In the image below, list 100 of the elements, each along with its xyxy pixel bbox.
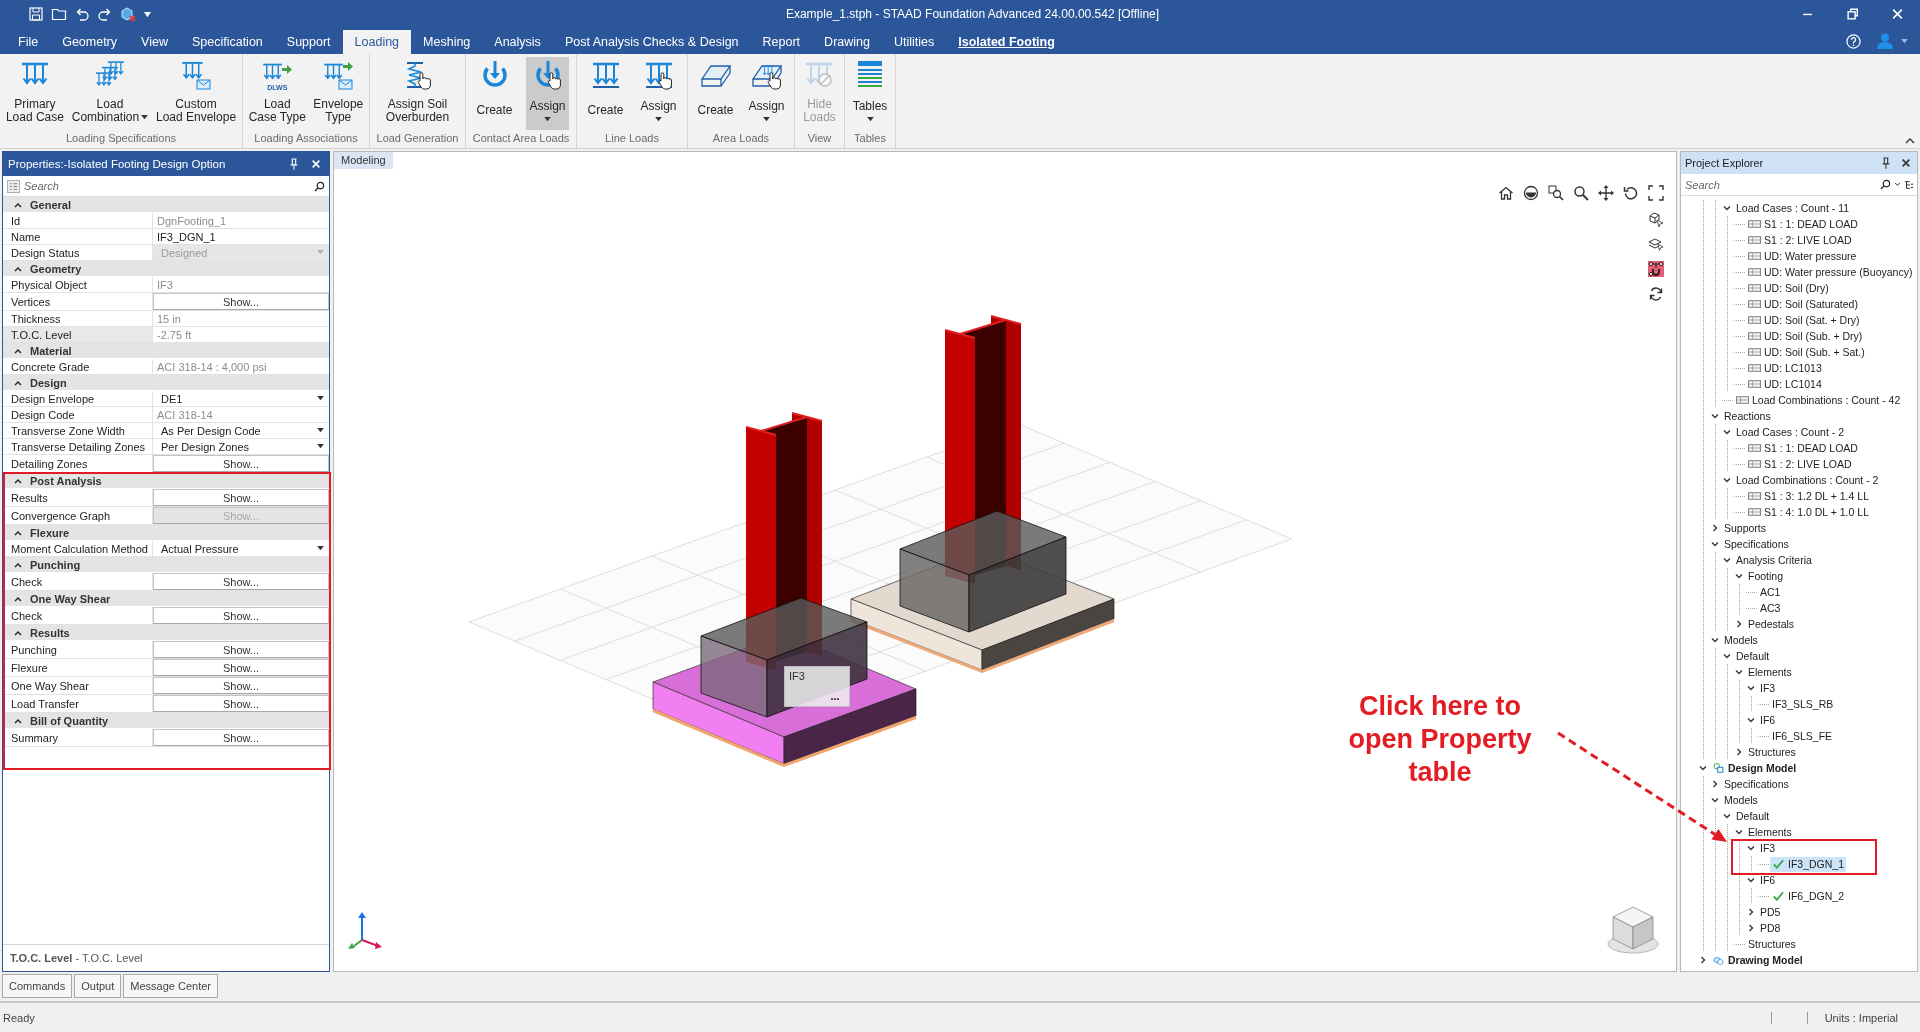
property-name[interactable]: Transverse Zone Width — [3, 423, 153, 438]
search-icon[interactable] — [1880, 179, 1891, 190]
chevron-icon[interactable] — [1710, 779, 1720, 789]
tree-item[interactable]: IF6 — [1758, 872, 1778, 888]
caret-icon[interactable] — [317, 444, 324, 449]
chevron-icon[interactable] — [1722, 203, 1732, 213]
tree-item[interactable]: UD: LC1014 — [1746, 376, 1824, 392]
chevron-icon[interactable] — [14, 561, 22, 568]
footing-tooltip[interactable]: IF3 ... — [784, 666, 850, 707]
document-tab[interactable]: Modeling — [334, 152, 393, 169]
tree-item[interactable]: IF3_DGN_1 — [1770, 856, 1847, 872]
category-header[interactable]: Flexure — [3, 525, 329, 541]
magnifier-icon[interactable] — [1573, 185, 1589, 201]
category-header[interactable]: One Way Shear — [3, 591, 329, 607]
chevron-icon[interactable] — [1698, 955, 1708, 965]
property-value[interactable]: IF3_DGN_1 — [153, 229, 216, 244]
category-header[interactable]: Design — [3, 375, 329, 391]
ribbon-button[interactable]: Tables — [849, 57, 891, 130]
tree-item[interactable]: IF3 — [1758, 840, 1778, 856]
tree-item[interactable]: S1 : 1: DEAD LOAD — [1746, 216, 1860, 232]
panel-tab[interactable]: Message Center — [123, 974, 218, 998]
chevron-icon[interactable] — [14, 529, 22, 536]
tree-options-icon[interactable] — [1904, 179, 1914, 190]
tree-item[interactable]: S1 : 3: 1.2 DL + 1.4 LL — [1746, 488, 1871, 504]
tree-item[interactable]: UD: Soil (Sub. + Dry) — [1746, 328, 1865, 344]
show-button[interactable]: Show... — [153, 695, 329, 712]
tree-item[interactable]: Structures — [1746, 744, 1798, 760]
tree-item[interactable]: UD: Soil (Dry) — [1746, 280, 1831, 296]
caret-icon[interactable] — [317, 396, 324, 401]
chevron-up-icon[interactable] — [1905, 138, 1915, 144]
fit-screen-icon[interactable] — [1648, 185, 1664, 201]
help-icon[interactable] — [1846, 33, 1861, 49]
more-button[interactable]: ... — [825, 690, 845, 702]
menu-tab[interactable]: Analysis — [482, 30, 553, 54]
category-header[interactable]: Geometry — [3, 261, 329, 277]
tree-item[interactable]: Specifications — [1722, 776, 1791, 792]
property-dropdown[interactable]: Actual Pressure — [153, 541, 329, 556]
chevron-icon[interactable] — [1734, 827, 1744, 837]
tree-item[interactable]: UD: Soil (Sat. + Dry) — [1746, 312, 1862, 328]
menu-tab[interactable]: Isolated Footing — [946, 30, 1067, 54]
chevron-icon[interactable] — [14, 717, 22, 724]
ribbon-button[interactable]: Custom Load Envelope — [153, 57, 240, 130]
ribbon-button[interactable]: Create — [694, 57, 737, 130]
menu-tab[interactable]: File — [6, 30, 51, 54]
tree-item[interactable]: Analysis Criteria — [1734, 552, 1814, 568]
show-button[interactable]: Show... — [153, 641, 329, 658]
tree-item[interactable]: PD8 — [1758, 920, 1783, 936]
chevron-icon[interactable] — [1710, 635, 1720, 645]
tree-item[interactable]: S1 : 4: 1.0 DL + 1.0 LL — [1746, 504, 1871, 520]
property-dropdown[interactable]: As Per Design Code — [153, 423, 329, 438]
home-icon[interactable] — [1498, 185, 1514, 201]
tree-item[interactable]: Load Cases : Count - 2 — [1734, 424, 1846, 440]
tree-item[interactable]: IF6_DGN_2 — [1770, 888, 1847, 904]
isolated-footing[interactable] — [652, 412, 917, 768]
show-button[interactable]: Show... — [153, 455, 329, 472]
tree-item[interactable]: UD: LC1013 — [1746, 360, 1824, 376]
property-name[interactable]: Name — [3, 229, 153, 244]
menu-tab[interactable]: Geometry — [50, 30, 130, 54]
tree-item[interactable]: Load Cases : Count - 11 — [1734, 200, 1852, 216]
ribbon-button[interactable]: Envelope Type — [310, 57, 367, 130]
tree-item[interactable]: S1 : 2: LIVE LOAD — [1746, 456, 1854, 472]
menu-tab[interactable]: Specification — [179, 30, 275, 54]
axis-triad-icon[interactable] — [348, 912, 382, 949]
menu-tab[interactable]: Post Analysis Checks & Design — [552, 30, 751, 54]
chevron-icon[interactable] — [14, 629, 22, 636]
list-icon[interactable] — [7, 179, 20, 193]
chevron-icon[interactable] — [14, 201, 22, 208]
menu-tab[interactable]: Utilities — [881, 30, 947, 54]
show-button[interactable]: Show... — [153, 607, 329, 624]
tree-item[interactable]: Default — [1734, 648, 1772, 664]
category-header[interactable]: Punching — [3, 557, 329, 573]
tree-item[interactable]: S1 : 1: DEAD LOAD — [1746, 440, 1860, 456]
tree-item[interactable]: S1 : 2: LIVE LOAD — [1746, 232, 1854, 248]
caret-icon[interactable] — [317, 546, 324, 551]
cube-cursor-icon[interactable] — [1648, 211, 1664, 227]
show-button[interactable]: Show... — [153, 677, 329, 694]
ribbon-button[interactable]: Primary Load Case — [2, 57, 67, 130]
tree-item[interactable]: Default — [1734, 808, 1772, 824]
property-dropdown[interactable]: Per Design Zones — [153, 439, 329, 454]
chevron-icon[interactable] — [1734, 619, 1744, 629]
panel-tab[interactable]: Output — [74, 974, 122, 998]
show-button[interactable]: Show... — [153, 659, 329, 676]
ribbon-button[interactable]: Create — [584, 57, 627, 130]
tree-item[interactable]: Elements — [1746, 664, 1794, 680]
folder-icon[interactable] — [51, 6, 67, 22]
tree-item[interactable]: Drawing Model — [1710, 952, 1805, 968]
chevron-icon[interactable] — [1746, 923, 1756, 933]
tree-item[interactable]: Footing — [1746, 568, 1786, 584]
chevron-icon[interactable] — [1698, 763, 1708, 773]
tree-item[interactable]: Models — [1722, 792, 1760, 808]
menu-tab[interactable]: Support — [274, 30, 343, 54]
chevron-icon[interactable] — [1710, 411, 1720, 421]
menu-tab[interactable]: Drawing — [812, 30, 882, 54]
tree-item[interactable]: Elements — [1746, 824, 1794, 840]
tree-item[interactable]: AC1 — [1758, 584, 1783, 600]
category-header[interactable]: Bill of Quantity — [3, 713, 329, 729]
chevron-icon[interactable] — [1722, 811, 1732, 821]
tree-item[interactable]: Design Model — [1710, 760, 1799, 776]
chevron-icon[interactable] — [1722, 651, 1732, 661]
pin-icon[interactable] — [1881, 157, 1891, 169]
